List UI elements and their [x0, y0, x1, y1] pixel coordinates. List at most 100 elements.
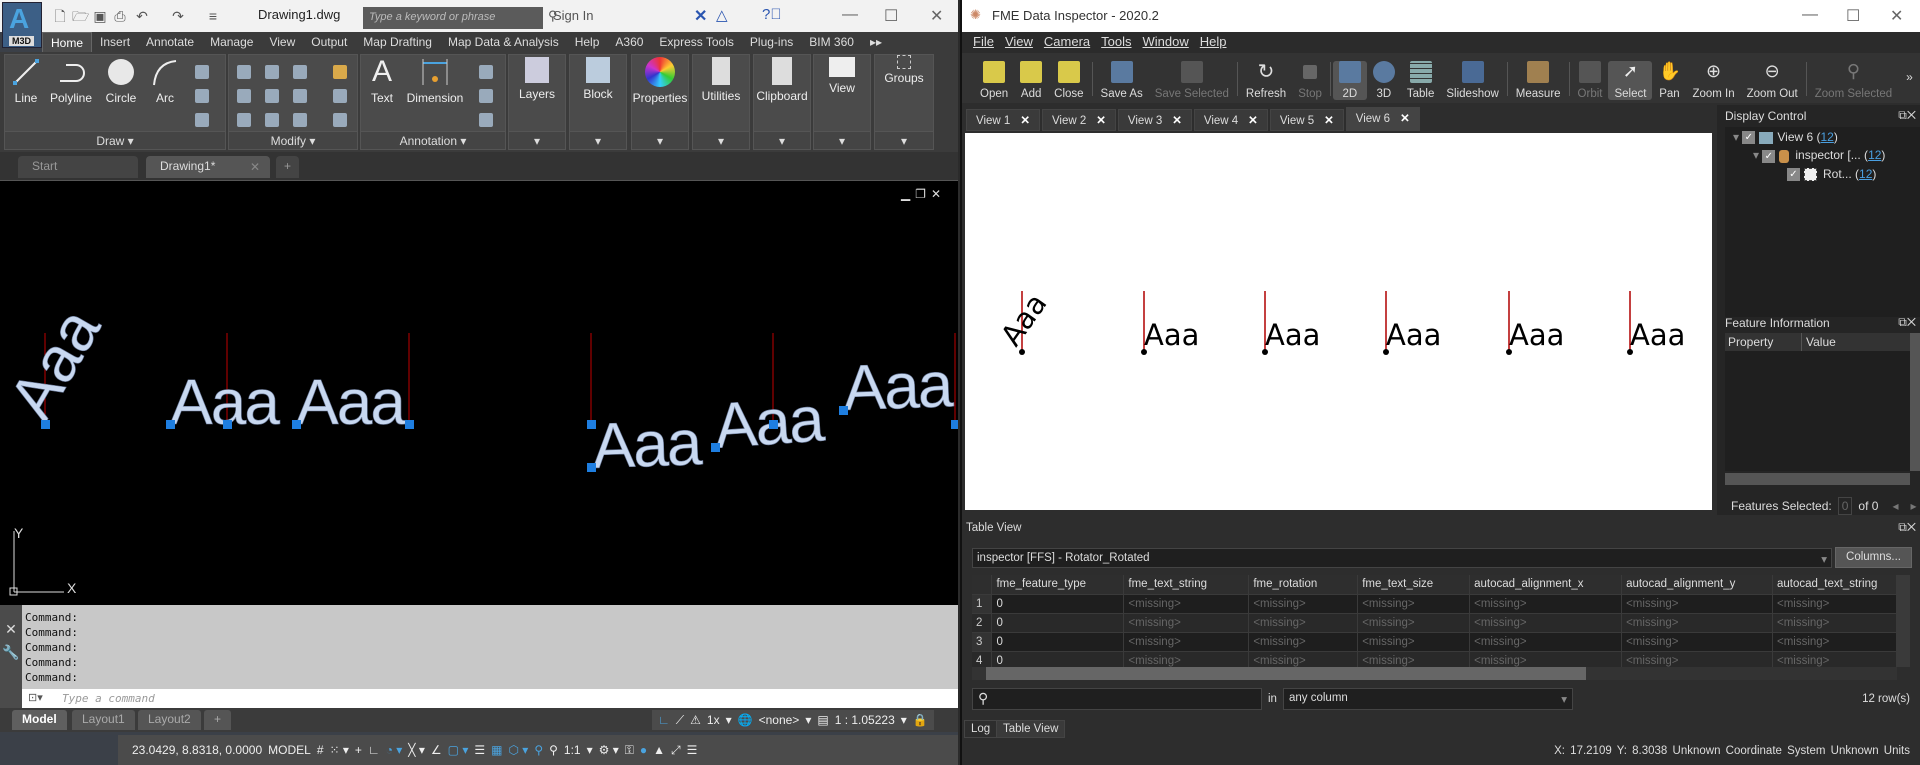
layout-tab-layout1[interactable]: Layout1 — [72, 710, 135, 730]
ribbon-tab-plug-ins[interactable]: Plug-ins — [742, 32, 801, 52]
column-header[interactable]: fme_text_size — [1357, 575, 1471, 595]
orbit-button[interactable]: Orbit — [1572, 61, 1609, 100]
refresh-button[interactable]: ↻ Refresh — [1240, 61, 1292, 100]
ribbon-tab-map-drafting[interactable]: Map Drafting — [355, 32, 440, 52]
table-button[interactable]: Table — [1401, 61, 1441, 100]
previous-icon[interactable]: ◂ — [1892, 499, 1898, 513]
row-number[interactable]: 4 — [972, 651, 993, 667]
menu-window[interactable]: Window — [1143, 34, 1189, 51]
overflow-icon[interactable]: » — [1906, 70, 1913, 84]
application-menu-button[interactable]: A M3D — [2, 2, 42, 48]
ortho-icon[interactable]: ∟ — [368, 743, 380, 757]
isolate-objects-icon[interactable]: ▲ — [653, 743, 665, 757]
layout-tab-model[interactable]: Model — [12, 710, 67, 730]
row-number[interactable]: 3 — [972, 632, 993, 652]
zoom-in-button[interactable]: ⊕ Zoom In — [1686, 61, 1740, 100]
row-number[interactable]: 2 — [972, 613, 993, 633]
open-button[interactable]: Open — [974, 61, 1014, 100]
lock-icon[interactable]: 🔒 — [913, 713, 928, 727]
close-tab-icon[interactable]: ✕ — [1020, 115, 1030, 127]
layout-tab-layout2[interactable]: Layout2 — [138, 710, 201, 730]
minimize-icon[interactable]: — — [1802, 6, 1818, 24]
transparency-icon[interactable]: ▦ — [491, 743, 502, 757]
vertical-scrollbar[interactable] — [1910, 333, 1920, 471]
erase-icon[interactable] — [333, 65, 347, 79]
print-icon[interactable]: ⎙ — [112, 8, 128, 24]
checkbox-icon[interactable]: ✓ — [1762, 149, 1776, 163]
3d-button[interactable]: 3D — [1367, 61, 1401, 100]
ribbon-tab-insert[interactable]: Insert — [92, 32, 138, 52]
lineweight-icon[interactable]: ☰ — [474, 743, 485, 757]
close-tab-icon[interactable]: ✕ — [1324, 115, 1334, 127]
line-tool[interactable]: Line — [9, 57, 43, 105]
autodesk-icon[interactable]: △ — [716, 6, 728, 24]
horizontal-scrollbar[interactable] — [1725, 473, 1910, 485]
ribbon-tab-map-data-analysis[interactable]: Map Data & Analysis — [440, 32, 567, 52]
array-icon[interactable] — [293, 113, 307, 127]
annotation-scale[interactable]: 1:1 — [564, 743, 581, 757]
command-prompt-icon[interactable]: ⊡▾ — [28, 691, 43, 704]
undo-icon[interactable]: ↶ — [134, 8, 150, 24]
tree-item-inspector[interactable]: ▾ ✓ inspector [... (12) — [1725, 144, 1920, 163]
new-layout-button[interactable]: + — [204, 710, 232, 730]
ribbon-tab-bim360[interactable]: BIM 360 — [801, 32, 862, 52]
2d-button[interactable]: 2D — [1332, 61, 1367, 100]
new-icon[interactable]: 🗋 — [52, 8, 68, 24]
close-icon[interactable]: ✕ — [0, 621, 22, 638]
linear-dimension-icon[interactable] — [479, 65, 493, 79]
block-panel[interactable]: Block ▾ — [569, 54, 627, 150]
select-button[interactable]: ➚ Select — [1608, 61, 1653, 100]
stretch-icon[interactable] — [237, 113, 251, 127]
table-row[interactable]: 3 0 <missing> <missing> <missing> <missing> <m… — [972, 632, 1897, 652]
ribbon-tab-output[interactable]: Output — [303, 32, 355, 52]
save-icon[interactable]: ▣ — [92, 8, 108, 24]
boundary-icon[interactable] — [195, 113, 209, 127]
exchange-icon[interactable]: ✕ — [694, 6, 707, 26]
column-header-value[interactable]: Value — [1802, 333, 1840, 351]
globe-icon[interactable]: 🌐 — [738, 713, 753, 727]
explode-icon[interactable] — [333, 89, 347, 103]
add-button[interactable]: Add — [1014, 61, 1048, 100]
coordinate-system[interactable]: <none> — [759, 713, 800, 727]
close-tab-icon[interactable]: ✕ — [250, 160, 260, 174]
close-tab-icon[interactable]: ✕ — [1400, 113, 1410, 125]
units-icon[interactable]: ⚿ — [625, 743, 634, 758]
column-header[interactable]: fme_feature_type — [991, 575, 1125, 595]
column-header[interactable]: autocad_alignment_y — [1621, 575, 1773, 595]
view-tab-1[interactable]: View 1 ✕ — [966, 109, 1040, 131]
rotate-icon[interactable] — [265, 65, 279, 79]
tree-item-rotated[interactable]: ✓ Rot... (12) — [1725, 163, 1920, 181]
fillet-icon[interactable] — [293, 89, 307, 103]
annotation-scale-factor[interactable]: 1x — [707, 713, 720, 727]
object-snap-tracking-icon[interactable]: ∠ — [431, 743, 442, 757]
model-space-toggle[interactable]: MODEL — [268, 743, 311, 757]
groups-panel[interactable]: Groups ▾ — [874, 54, 934, 150]
pan-button[interactable]: ✋ Pan — [1652, 61, 1686, 100]
table-search-input[interactable]: ⚲ — [972, 688, 1262, 710]
ribbon-tab-manage[interactable]: Manage — [202, 32, 261, 52]
command-input[interactable]: Type a command — [22, 689, 958, 708]
view-tab-3[interactable]: View 3 ✕ — [1117, 109, 1192, 131]
bottom-tab-table-view[interactable]: Table View — [996, 720, 1066, 738]
column-header[interactable]: fme_rotation — [1248, 575, 1359, 595]
file-tab-start[interactable]: Start — [18, 156, 138, 178]
2d-view-canvas[interactable]: Aaa Aaa Aaa Aaa Aaa Aaa — [965, 133, 1712, 510]
isodraft-icon[interactable]: ╳ ▾ — [408, 743, 425, 757]
ucs-toggle-icon[interactable]: ∟ — [658, 713, 670, 727]
isometric-icon[interactable]: ⟋ — [676, 713, 684, 728]
utilities-panel[interactable]: Utilities ▾ — [692, 54, 750, 150]
maximize-icon[interactable]: ☐ — [1846, 6, 1860, 26]
model-space-canvas[interactable]: ▁❐✕ Aaa Aaa Aaa Aaa Aaa Aaa Y X — [0, 180, 958, 605]
table-row[interactable]: 2 0 <missing> <missing> <missing> <missing> <m… — [972, 613, 1897, 633]
zoom-out-button[interactable]: ⊖ Zoom Out — [1741, 61, 1804, 100]
next-icon[interactable]: ▸ — [1910, 499, 1916, 513]
maximize-icon[interactable]: ☐ — [884, 6, 898, 26]
polyline-tool[interactable]: Polyline — [47, 57, 95, 105]
rectangle-icon[interactable] — [195, 65, 209, 79]
circle-tool[interactable]: Circle — [101, 57, 141, 105]
horizontal-scrollbar[interactable] — [972, 667, 1897, 680]
table-row[interactable]: 1 0 <missing> <missing> <missing> <missing> <m… — [972, 594, 1897, 614]
column-header[interactable]: fme_text_string — [1123, 575, 1250, 595]
offset-icon[interactable] — [333, 113, 347, 127]
grid-icon[interactable]: # — [317, 743, 324, 757]
